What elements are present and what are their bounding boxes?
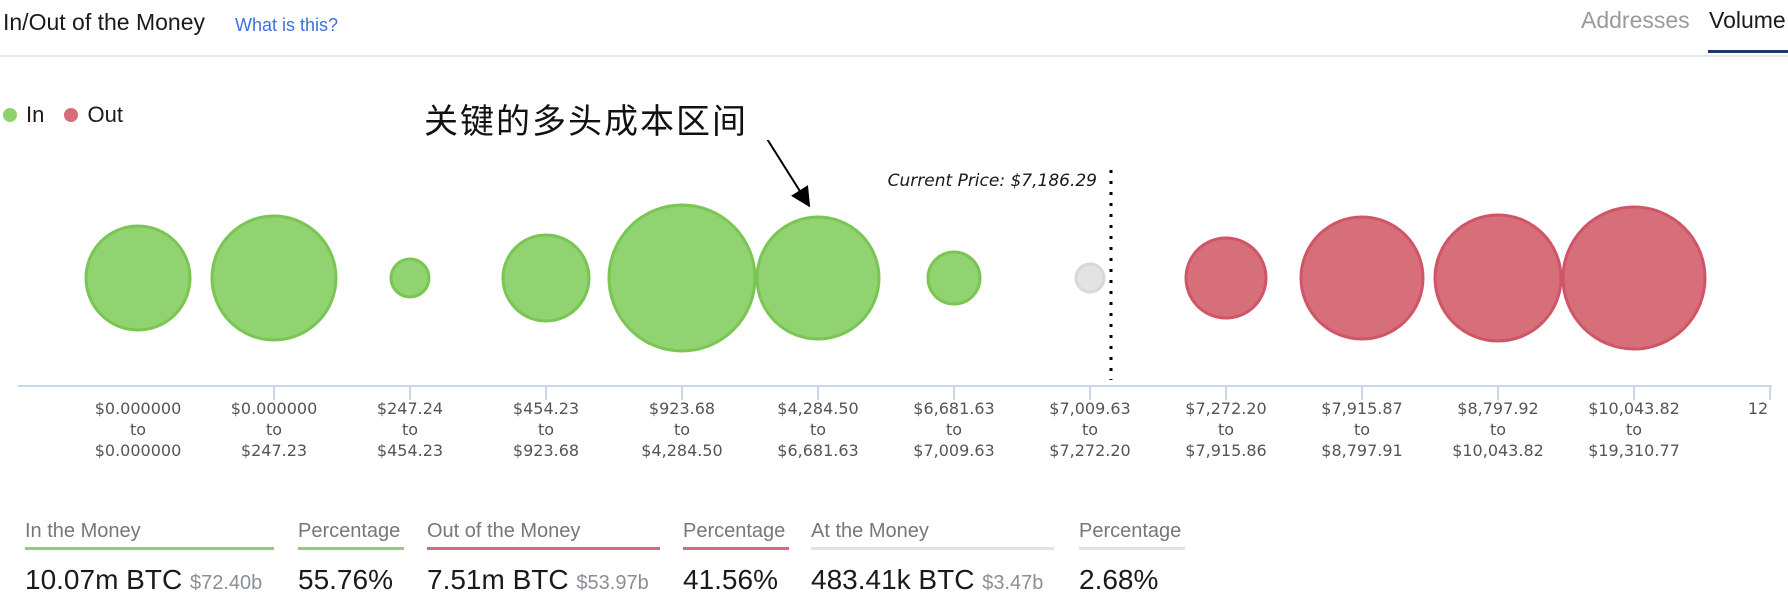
tick-label-from: $454.23 — [513, 399, 579, 418]
chart-legend: In Out — [3, 102, 137, 128]
tick-label-to: $4,284.50 — [641, 441, 722, 460]
tick-label-from: $6,681.63 — [913, 399, 994, 418]
tick-label-to-word: to — [1490, 420, 1506, 439]
page-title: In/Out of the Money — [3, 9, 206, 35]
tick-label-to-word: to — [1218, 420, 1234, 439]
bubble-at-7[interactable] — [1074, 262, 1106, 294]
tick-label-to-word: to — [674, 420, 690, 439]
tick-label-from: $7,009.63 — [1049, 399, 1130, 418]
stat-usd-value: $3.47b — [982, 572, 1044, 594]
tick-label-from: $0.000000 — [95, 399, 182, 418]
tick-label-to: $454.23 — [377, 441, 443, 460]
stat-usd-value: $53.97b — [576, 572, 649, 594]
bubble-out-8[interactable] — [1184, 236, 1268, 320]
stat-usd-value: $72.40b — [189, 572, 263, 594]
tick-label-from: $4,284.50 — [777, 399, 858, 418]
bubble-in-3[interactable] — [501, 233, 591, 323]
tick-label-to-word: to — [402, 420, 418, 439]
x-axis: $0.000000 to $0.000000 $0.000000 to $247.23 $2… — [18, 385, 1772, 460]
what-is-this-link[interactable]: What is this? — [235, 15, 338, 36]
tick-label-to: $19,310.77 — [1588, 441, 1680, 460]
current-price-label: Current Price: $7,186.29 — [888, 171, 1097, 191]
stat-value: 7.51m BTC $53.97b — [427, 564, 649, 595]
tick-label-to: $7,009.63 — [913, 441, 994, 460]
stat-label: Out of the Money — [427, 520, 660, 550]
bubble-in-2[interactable] — [389, 257, 431, 299]
legend-item-in[interactable]: In — [3, 102, 44, 128]
bubble-in-1[interactable] — [210, 214, 338, 342]
bubble-in-5[interactable] — [755, 215, 881, 341]
stat-label: At the Money — [811, 520, 1054, 550]
stat-value: 55.76% — [298, 564, 393, 595]
bubble-in-6[interactable] — [926, 250, 982, 306]
out-dot-icon — [64, 108, 79, 122]
stat-in-the-money: In the Money 10.07m BTC $72.40b — [25, 520, 274, 596]
tick-label-to-word: to — [946, 420, 962, 439]
tick-label-to-word: to — [1626, 420, 1642, 439]
bubble-out-10[interactable] — [1433, 213, 1563, 343]
annotation-arrow — [766, 140, 811, 208]
bubble-in-4[interactable] — [607, 203, 757, 353]
stat-at-percentage: Percentage 2.68% — [1079, 520, 1185, 596]
tick-label-from: $923.68 — [649, 399, 715, 418]
tick-label-to-word: to — [130, 420, 146, 439]
tick-label-from: $0.000000 — [231, 399, 318, 418]
tick-label-to: $10,043.82 — [1452, 441, 1544, 460]
stat-label: In the Money — [25, 520, 274, 550]
stat-in-percentage: Percentage 55.76% — [298, 520, 404, 596]
tab-addresses[interactable]: Addresses — [1581, 7, 1690, 34]
stat-label: Percentage — [683, 520, 789, 550]
stat-value: 483.41k BTC $3.47b — [811, 564, 1044, 595]
tick-label-to: $923.68 — [513, 441, 579, 460]
active-tab-indicator — [1708, 50, 1788, 53]
tick-label-partial: 12 — [1748, 399, 1768, 418]
stat-out-percentage: Percentage 41.56% — [683, 520, 789, 596]
bubble-chart: $0.000000 to $0.000000 $0.000000 to $247.23 $2… — [18, 140, 1772, 460]
legend-item-out[interactable]: Out — [64, 102, 123, 128]
tick-label-to: $247.23 — [241, 441, 307, 460]
tick-label-to-word: to — [266, 420, 282, 439]
tick-label-from: $7,272.20 — [1185, 399, 1266, 418]
tick-label-to: $8,797.91 — [1321, 441, 1402, 460]
in-dot-icon — [3, 108, 17, 122]
tick-label-from: $8,797.92 — [1457, 399, 1538, 418]
tick-label-from: $7,915.87 — [1321, 399, 1402, 418]
stat-value: 2.68% — [1079, 564, 1159, 595]
tick-label-from: $247.24 — [377, 399, 443, 418]
tick-label-to: $6,681.63 — [777, 441, 858, 460]
legend-label-in: In — [26, 102, 45, 127]
annotation-text: 关键的多头成本区间 — [424, 102, 748, 142]
stat-label: Percentage — [298, 520, 404, 550]
bubble-out-9[interactable] — [1299, 215, 1425, 341]
stat-at-the-money: At the Money 483.41k BTC $3.47b — [811, 520, 1054, 596]
bubble-in-0[interactable] — [84, 224, 192, 332]
tick-label-to: $7,915.86 — [1185, 441, 1266, 460]
tick-label-to-word: to — [1082, 420, 1098, 439]
tick-label-to: $0.000000 — [95, 441, 182, 460]
stat-out-of-the-money: Out of the Money 7.51m BTC $53.97b — [427, 520, 660, 596]
bubble-out-11[interactable] — [1561, 205, 1707, 351]
tick-label-to-word: to — [538, 420, 554, 439]
legend-label-out: Out — [87, 102, 123, 127]
bubble-group — [84, 203, 1707, 353]
tick-label-to-word: to — [810, 420, 826, 439]
tick-label-to-word: to — [1354, 420, 1370, 439]
tab-volume[interactable]: Volume — [1709, 7, 1786, 34]
stat-value: 10.07m BTC $72.40b — [25, 564, 263, 595]
chart-header: In/Out of the Money What is this? Addres… — [0, 0, 1788, 57]
tick-label-from: $10,043.82 — [1588, 399, 1680, 418]
stat-label: Percentage — [1079, 520, 1185, 550]
stat-value: 41.56% — [683, 564, 778, 595]
tick-label-to: $7,272.20 — [1049, 441, 1130, 460]
